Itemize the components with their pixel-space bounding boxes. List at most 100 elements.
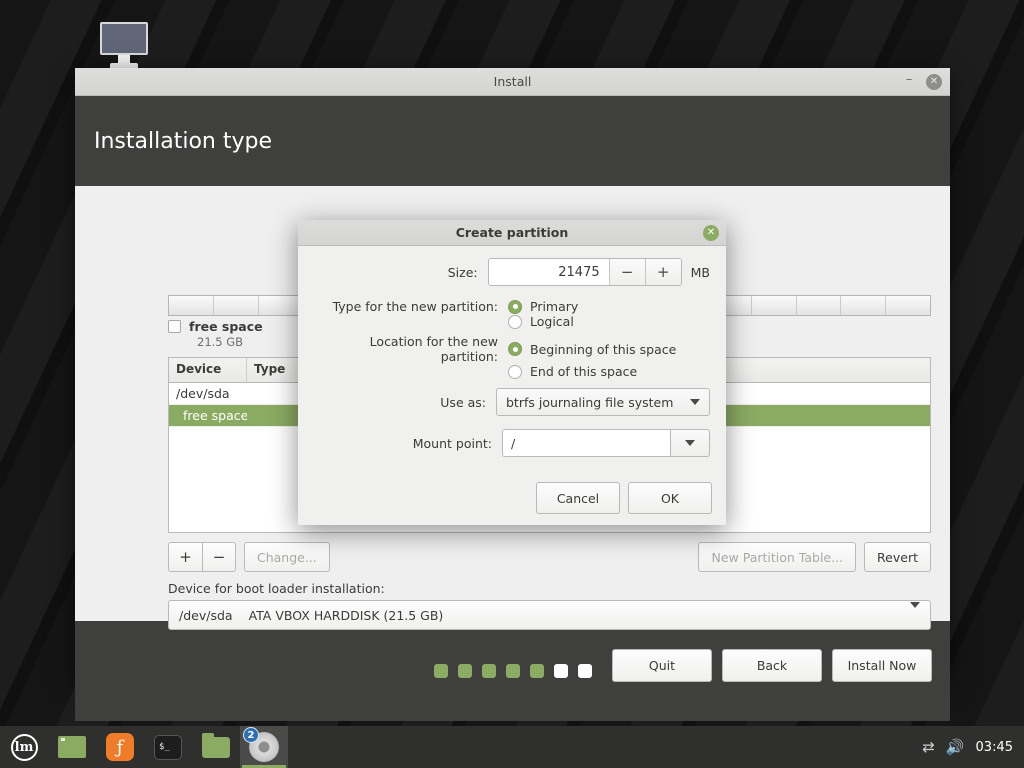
size-row: Size: 21475 − + MB xyxy=(314,258,710,286)
radio-logical-label: Logical xyxy=(530,314,574,329)
taskbar-item-show-desktop[interactable] xyxy=(48,726,96,768)
disk-segment xyxy=(214,296,259,315)
location-row: Location for the new partition: Beginnin… xyxy=(314,334,710,364)
ok-button[interactable]: OK xyxy=(628,482,712,514)
firefox-icon: ƒ xyxy=(106,733,134,761)
taskbar-item-files[interactable] xyxy=(192,726,240,768)
use-as-label: Use as: xyxy=(440,394,486,410)
dialog-close-icon[interactable]: ✕ xyxy=(703,225,719,241)
close-icon[interactable]: ✕ xyxy=(926,74,942,90)
radio-end-indicator xyxy=(508,364,522,379)
clock[interactable]: 03:45 xyxy=(976,740,1013,755)
free-space-checkbox[interactable] xyxy=(168,320,181,333)
progress-dot xyxy=(433,664,448,678)
partition-type-label: Type for the new partition: xyxy=(332,299,498,314)
monitor-screen-icon xyxy=(100,22,148,55)
mint-logo-icon: lm xyxy=(10,733,38,761)
legend-size: 21.5 GB xyxy=(197,335,244,349)
boot-loader-device-combo[interactable]: /dev/sda ATA VBOX HARDDISK (21.5 GB) xyxy=(168,600,931,630)
size-unit-label: MB xyxy=(690,264,710,280)
size-increment-button[interactable]: + xyxy=(644,259,681,285)
radio-beginning[interactable]: Beginning of this space xyxy=(508,342,676,357)
partition-type-row-2: Logical xyxy=(314,314,710,329)
progress-dot xyxy=(529,664,544,678)
taskbar-item-installer[interactable]: 2 xyxy=(240,726,288,768)
size-stepper[interactable]: 21475 − + xyxy=(487,258,682,286)
mount-point-input[interactable]: / xyxy=(502,429,670,457)
remove-partition-button[interactable]: − xyxy=(202,542,236,572)
use-as-combo[interactable]: btrfs journaling file system xyxy=(496,388,710,416)
taskbar: lm ƒ $_ 2 ⇄ 🔊 03:45 xyxy=(0,726,1024,768)
boot-loader-label: Device for boot loader installation: xyxy=(168,581,385,596)
disk-segment xyxy=(169,296,214,315)
taskbar-item-firefox[interactable]: ƒ xyxy=(96,726,144,768)
page-header: Installation type xyxy=(75,96,950,186)
minimize-icon[interactable]: – xyxy=(902,73,916,89)
progress-dot xyxy=(505,664,520,678)
mount-point-dropdown-button[interactable] xyxy=(670,429,710,457)
chevron-down-icon xyxy=(685,440,695,446)
mount-point-row: Mount point: / xyxy=(314,429,710,457)
change-partition-button[interactable]: Change... xyxy=(244,542,330,572)
cancel-button[interactable]: Cancel xyxy=(536,482,620,514)
disk-segment xyxy=(259,296,304,315)
disk-segment xyxy=(797,296,842,315)
progress-dot xyxy=(577,664,592,678)
install-now-button[interactable]: Install Now xyxy=(832,649,932,682)
size-decrement-button[interactable]: − xyxy=(608,259,645,285)
radio-primary[interactable]: Primary xyxy=(508,299,578,314)
dialog-body: Size: 21475 − + MB Type for the new part… xyxy=(298,246,726,457)
main-action-buttons: Quit Back Install Now xyxy=(612,649,932,682)
progress-dot xyxy=(457,664,472,678)
taskbar-item-terminal[interactable]: $_ xyxy=(144,726,192,768)
quit-button[interactable]: Quit xyxy=(612,649,712,682)
add-partition-button[interactable]: + xyxy=(168,542,202,572)
mount-point-combo[interactable]: / xyxy=(502,429,710,457)
terminal-icon: $_ xyxy=(154,734,182,760)
use-as-value: btrfs journaling file system xyxy=(506,394,674,410)
disk-legend: free space 21.5 GB xyxy=(168,319,263,349)
disc-installer-icon: 2 xyxy=(243,727,279,762)
dialog-title: Create partition xyxy=(455,225,569,240)
computer-desktop-icon[interactable] xyxy=(98,22,150,72)
radio-logical[interactable]: Logical xyxy=(508,314,574,329)
system-tray: ⇄ 🔊 03:45 xyxy=(922,739,1024,755)
legend-label: free space xyxy=(189,319,263,334)
page-title: Installation type xyxy=(94,128,272,154)
back-button[interactable]: Back xyxy=(722,649,822,682)
window-count-badge: 2 xyxy=(243,727,259,743)
window-controls: – ✕ xyxy=(902,68,942,96)
column-header-device[interactable]: Device xyxy=(169,358,247,382)
volume-icon[interactable]: 🔊 xyxy=(946,739,965,755)
location-row-2: End of this space xyxy=(314,364,710,379)
dialog-titlebar[interactable]: Create partition ✕ xyxy=(298,220,726,246)
radio-end[interactable]: End of this space xyxy=(508,364,637,379)
progress-dot xyxy=(481,664,496,678)
chevron-down-icon xyxy=(910,601,920,623)
radio-beginning-label: Beginning of this space xyxy=(530,341,677,357)
radio-end-label: End of this space xyxy=(530,364,638,379)
cell-device: /dev/sda xyxy=(176,386,230,401)
boot-device-name: /dev/sda xyxy=(179,607,233,623)
files-icon xyxy=(202,732,230,758)
window-title: Install xyxy=(493,74,532,89)
boot-device-description: ATA VBOX HARDDISK (21.5 GB) xyxy=(248,607,444,623)
window-titlebar[interactable]: Install – ✕ xyxy=(75,68,950,96)
network-disconnected-icon[interactable]: ⇄ xyxy=(922,739,935,755)
column-header-type[interactable]: Type xyxy=(247,358,299,382)
radio-beginning-indicator xyxy=(508,342,522,356)
partition-type-row: Type for the new partition: Primary xyxy=(314,299,710,314)
menu-button[interactable]: lm xyxy=(0,726,48,768)
desktop: Install – ✕ Installation type free space… xyxy=(0,0,1024,768)
disk-segment xyxy=(886,296,930,315)
location-label: Location for the new partition: xyxy=(369,334,498,364)
partition-toolbar: + − Change... New Partition Table... Rev… xyxy=(168,541,931,573)
new-partition-table-button[interactable]: New Partition Table... xyxy=(698,542,857,572)
size-input[interactable]: 21475 xyxy=(488,259,609,285)
revert-button[interactable]: Revert xyxy=(864,542,931,572)
cell-device: free space xyxy=(183,408,247,423)
chevron-down-icon xyxy=(690,399,700,405)
mount-point-label: Mount point: xyxy=(412,435,492,451)
progress-dot xyxy=(553,664,568,678)
use-as-row: Use as: btrfs journaling file system xyxy=(314,388,710,416)
